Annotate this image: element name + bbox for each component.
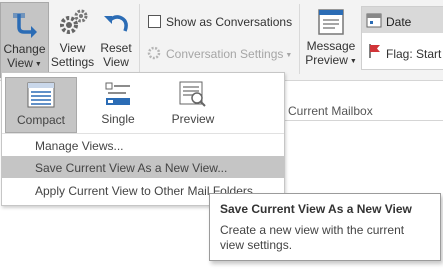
search-scope[interactable]: Current Mailbox	[283, 100, 443, 121]
message-preview-icon	[318, 9, 344, 35]
conversation-settings-button[interactable]: Conversation Settings ▼	[146, 46, 292, 61]
checkbox-box[interactable]	[148, 15, 161, 28]
view-option-single-label: Single	[101, 112, 135, 126]
conversation-settings-icon	[147, 46, 161, 60]
conversation-settings-label: Conversation Settings	[166, 47, 284, 61]
arrange-date-label: Date	[386, 15, 412, 29]
arrangement-gallery: Date Flag: Start D	[361, 6, 443, 70]
ribbon-divider	[139, 4, 140, 74]
change-view-dropdown: Compact Single Preview Manage Views... S…	[1, 72, 285, 206]
search-scope-label: Current Mailbox	[288, 104, 373, 118]
view-settings-label-1: View	[59, 41, 86, 55]
gear-icon	[59, 9, 87, 34]
view-option-compact-label: Compact	[16, 113, 66, 127]
change-view-button[interactable]: Change View ▼	[0, 2, 49, 78]
dropdown-caret-icon: ▼	[34, 61, 42, 68]
view-settings-button[interactable]: View Settings	[50, 2, 95, 69]
dropdown-caret-icon: ▼	[285, 52, 293, 59]
tooltip: Save Current View As a New View Create a…	[209, 193, 441, 261]
ribbon: Change View ▼ View Settings Reset View Sh…	[0, 0, 443, 81]
change-view-label-2: View	[7, 56, 33, 70]
dropdown-caret-icon: ▼	[349, 58, 357, 65]
save-current-view-item[interactable]: Save Current View As a New View...	[2, 156, 284, 178]
red-flag-icon	[369, 44, 380, 58]
message-preview-button[interactable]: Message Preview ▼	[305, 2, 357, 69]
show-as-conversations-checkbox[interactable]: Show as Conversations	[148, 15, 292, 29]
view-option-single[interactable]: Single	[83, 77, 153, 131]
ribbon-divider	[299, 4, 300, 74]
show-as-conversations-label: Show as Conversations	[166, 15, 293, 29]
reset-view-button[interactable]: Reset View	[97, 2, 135, 69]
calendar-icon	[366, 13, 382, 28]
change-view-label-1: Change	[3, 42, 46, 56]
manage-views-label: Manage Views...	[35, 139, 124, 153]
single-view-icon	[105, 82, 130, 105]
reset-view-label-1: Reset	[100, 41, 132, 55]
reset-view-label-2: View	[103, 55, 129, 69]
tooltip-description: Create a new view with the current view …	[220, 223, 405, 252]
undo-arrow-icon	[104, 15, 128, 32]
message-preview-label-2: Preview	[305, 53, 348, 67]
tooltip-title: Save Current View As a New View	[220, 202, 412, 216]
save-current-view-label: Save Current View As a New View...	[35, 161, 228, 175]
view-settings-label-2: Settings	[50, 55, 95, 69]
change-view-icon	[12, 13, 37, 38]
view-option-compact[interactable]: Compact	[5, 77, 77, 133]
manage-views-item[interactable]: Manage Views...	[2, 134, 284, 156]
arrange-by-date[interactable]: Date	[362, 7, 443, 33]
view-option-preview-label: Preview	[171, 112, 215, 126]
message-preview-label-1: Message	[306, 39, 356, 53]
compact-view-icon	[27, 82, 55, 108]
preview-view-icon	[179, 81, 206, 107]
view-option-preview[interactable]: Preview	[158, 77, 228, 131]
arrange-flag-label: Flag: Start D	[386, 47, 443, 61]
